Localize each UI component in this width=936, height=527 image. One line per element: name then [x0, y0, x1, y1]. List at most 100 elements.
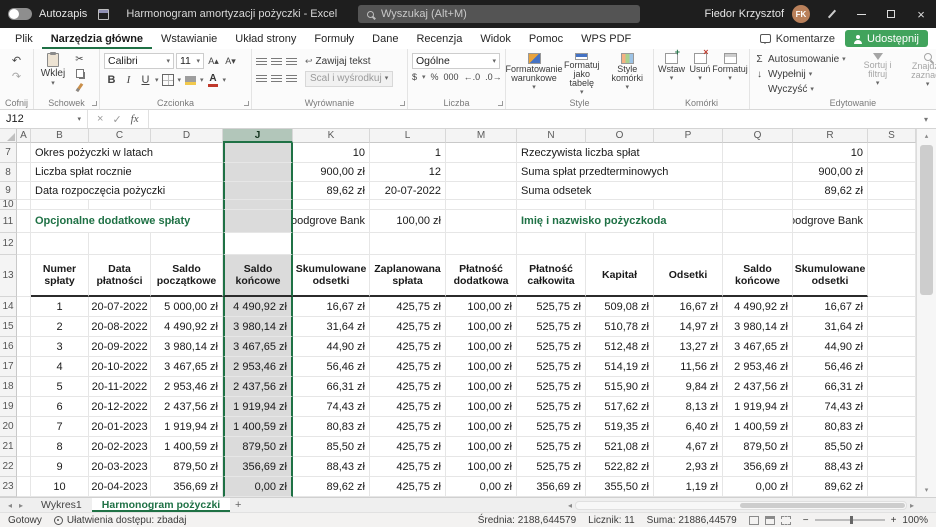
format-as-table-button[interactable]: Formatuj jako tabelę ▾	[560, 53, 604, 96]
cell-A12[interactable]	[17, 233, 31, 255]
cell-A14[interactable]	[17, 297, 31, 317]
comments-button[interactable]: Komentarze	[760, 33, 835, 45]
cell-L12[interactable]	[370, 233, 446, 255]
cell-P20[interactable]: 6,40 zł	[654, 417, 723, 437]
table-header-L[interactable]: Zaplanowana spłata	[370, 255, 446, 297]
cell-R19[interactable]: 74,43 zł	[793, 397, 868, 417]
share-button[interactable]: Udostępnij	[845, 30, 928, 47]
cell-J14[interactable]: 4 490,92 zł	[223, 297, 293, 317]
cell-M10[interactable]	[446, 200, 517, 210]
cell-L8[interactable]: 12	[370, 163, 446, 182]
borders-button[interactable]	[161, 72, 176, 88]
cell-R10[interactable]	[793, 200, 868, 210]
row-header-12[interactable]: 12	[0, 233, 17, 255]
vertical-scroll-thumb[interactable]	[920, 145, 933, 295]
tab-view[interactable]: Widok	[471, 28, 520, 49]
cell-Q21[interactable]: 879,50 zł	[723, 437, 793, 457]
row-header-8[interactable]: 8	[0, 163, 17, 182]
cell-O22[interactable]: 522,82 zł	[586, 457, 654, 477]
table-header-J[interactable]: Saldo końcowe	[223, 255, 293, 297]
cell-L16[interactable]: 425,75 zł	[370, 337, 446, 357]
cell-L19[interactable]: 425,75 zł	[370, 397, 446, 417]
tab-insert[interactable]: Wstawianie	[152, 28, 226, 49]
cell-O14[interactable]: 509,08 zł	[586, 297, 654, 317]
table-header-C[interactable]: Data płatności	[89, 255, 151, 297]
cell-Q15[interactable]: 3 980,14 zł	[723, 317, 793, 337]
cell-K17[interactable]: 56,46 zł	[293, 357, 370, 377]
cell-A21[interactable]	[17, 437, 31, 457]
cell-O16[interactable]: 512,48 zł	[586, 337, 654, 357]
cell-Q7[interactable]	[723, 143, 793, 163]
cell-A8[interactable]	[17, 163, 31, 182]
cell-O18[interactable]: 515,90 zł	[586, 377, 654, 397]
cell-N14[interactable]: 525,75 zł	[517, 297, 586, 317]
column-header-Q[interactable]: Q	[723, 129, 793, 143]
column-header-P[interactable]: P	[654, 129, 723, 143]
align-top-icon[interactable]	[256, 58, 267, 66]
cell-K15[interactable]: 31,64 zł	[293, 317, 370, 337]
cell-N23[interactable]: 356,69 zł	[517, 477, 586, 497]
cell-B22[interactable]: 9	[31, 457, 89, 477]
cell-Q17[interactable]: 2 953,46 zł	[723, 357, 793, 377]
cell-P15[interactable]: 14,97 zł	[654, 317, 723, 337]
cell-S9[interactable]	[868, 182, 916, 200]
cell-N21[interactable]: 525,75 zł	[517, 437, 586, 457]
bold-button[interactable]: B	[104, 72, 119, 88]
cell-C19[interactable]: 20-12-2022	[89, 397, 151, 417]
column-header-L[interactable]: L	[370, 129, 446, 143]
font-launcher-icon[interactable]	[244, 101, 249, 106]
cell-S10[interactable]	[868, 200, 916, 210]
save-icon[interactable]	[98, 9, 109, 20]
cell-A11[interactable]	[17, 210, 31, 233]
cell-styles-button[interactable]: Style komórki ▾	[606, 53, 650, 96]
cell-O17[interactable]: 514,19 zł	[586, 357, 654, 377]
cell-N7[interactable]: Rzeczywista liczba spłat	[517, 143, 723, 163]
font-color-button[interactable]: A	[206, 72, 221, 88]
sheet-tab-harmonogram[interactable]: Harmonogram pożyczki	[92, 498, 230, 512]
column-header-J[interactable]: J	[223, 129, 293, 143]
format-painter-button[interactable]	[72, 81, 87, 94]
cell-S22[interactable]	[868, 457, 916, 477]
page-layout-view-icon[interactable]	[765, 516, 775, 525]
vertical-scroll-track[interactable]	[917, 143, 936, 483]
cell-M7[interactable]	[446, 143, 517, 163]
name-box[interactable]: J12 ▾	[0, 110, 88, 128]
cell-S11[interactable]	[868, 210, 916, 233]
cell-D20[interactable]: 1 919,94 zł	[151, 417, 223, 437]
table-header-M[interactable]: Płatność dodatkowa	[446, 255, 517, 297]
cell-K8[interactable]: 900,00 zł	[293, 163, 370, 182]
cell-S7[interactable]	[868, 143, 916, 163]
row-header-16[interactable]: 16	[0, 337, 17, 357]
tab-home[interactable]: Narzędzia główne	[42, 28, 152, 49]
cell-B16[interactable]: 3	[31, 337, 89, 357]
zoom-in-button[interactable]: +	[891, 515, 897, 526]
cell-A22[interactable]	[17, 457, 31, 477]
cell-P17[interactable]: 11,56 zł	[654, 357, 723, 377]
format-cells-button[interactable]: Formatuj ▾	[715, 53, 745, 96]
cell-Q10[interactable]	[723, 200, 793, 210]
cell-D19[interactable]: 2 437,56 zł	[151, 397, 223, 417]
row-header-20[interactable]: 20	[0, 417, 17, 437]
clear-button[interactable]: Wyczyść ▾	[754, 82, 846, 96]
cell-Q16[interactable]: 3 467,65 zł	[723, 337, 793, 357]
cell-N10[interactable]	[517, 200, 586, 210]
cell-K16[interactable]: 44,90 zł	[293, 337, 370, 357]
tab-help[interactable]: Pomoc	[520, 28, 572, 49]
align-bottom-icon[interactable]	[286, 58, 297, 66]
tab-data[interactable]: Dane	[363, 28, 407, 49]
cell-Q8[interactable]	[723, 163, 793, 182]
number-format-select[interactable]: Ogólne ▾	[412, 53, 500, 69]
scroll-up-icon[interactable]: ▴	[917, 129, 936, 143]
cell-A18[interactable]	[17, 377, 31, 397]
row-header-7[interactable]: 7	[0, 143, 17, 163]
cell-J20[interactable]: 1 400,59 zł	[223, 417, 293, 437]
cell-A15[interactable]	[17, 317, 31, 337]
table-header-P[interactable]: Odsetki	[654, 255, 723, 297]
cell-C20[interactable]: 20-01-2023	[89, 417, 151, 437]
tab-wps-pdf[interactable]: WPS PDF	[572, 28, 640, 49]
close-button[interactable]: ×	[906, 0, 936, 28]
cell-M17[interactable]: 100,00 zł	[446, 357, 517, 377]
increase-decimal-button[interactable]: ←.0	[464, 72, 481, 82]
cell-J16[interactable]: 3 467,65 zł	[223, 337, 293, 357]
vertical-scrollbar[interactable]: ▴ ▾	[916, 129, 936, 497]
